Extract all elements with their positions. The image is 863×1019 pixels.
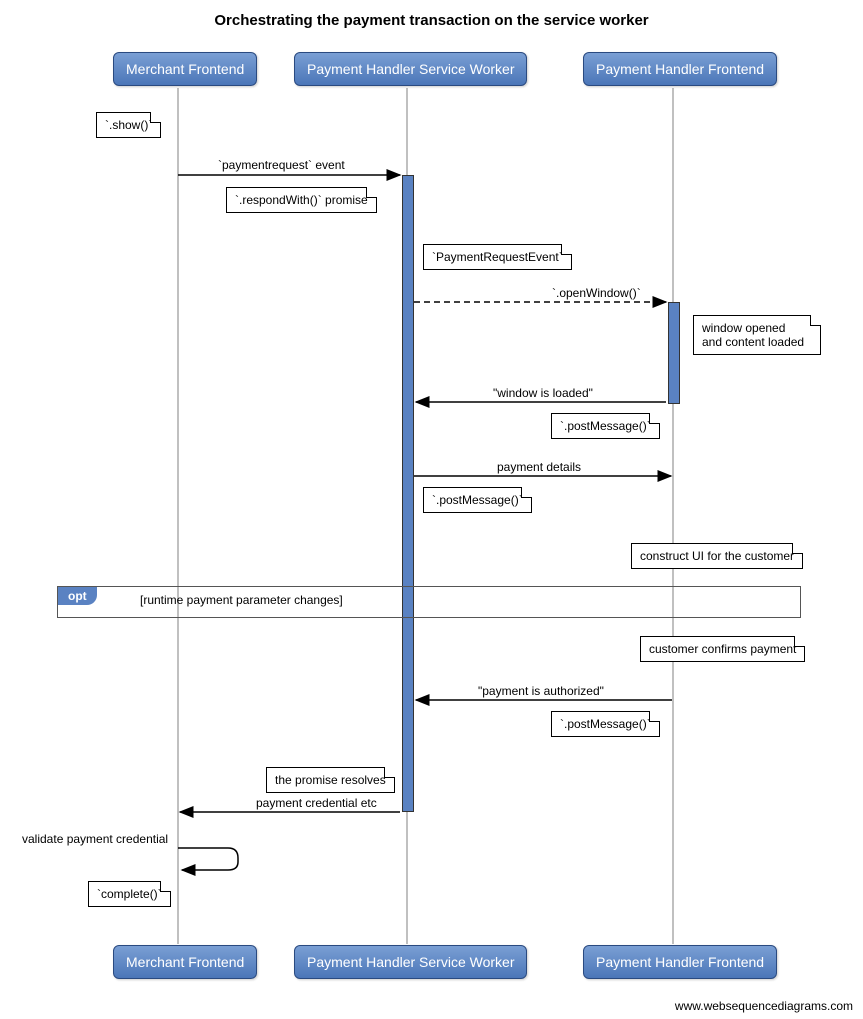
note-respondwith: `.respondWith()` promise	[226, 187, 377, 213]
note-promise-resolves: the promise resolves	[266, 767, 395, 793]
note-pre-text: `PaymentRequestEvent`	[432, 250, 563, 264]
note-postmsg2-text: `.postMessage()`	[432, 493, 523, 507]
note-customer-confirms: customer confirms payment	[640, 636, 805, 662]
msg-window-loaded: "window is loaded"	[493, 386, 593, 400]
actor-sw-top: Payment Handler Service Worker	[294, 52, 527, 86]
note-respondwith-text: `.respondWith()` promise	[235, 193, 368, 207]
note-customer-confirms-text: customer confirms payment	[649, 642, 796, 656]
note-window-opened: window opened and content loaded	[693, 315, 821, 355]
note-promise-resolves-text: the promise resolves	[275, 773, 386, 787]
opt-guard: [runtime payment parameter changes]	[140, 593, 343, 607]
msg-payment-authorized: "payment is authorized"	[478, 684, 604, 698]
note-postmsg1: `.postMessage()`	[551, 413, 660, 439]
actor-frontend-top: Payment Handler Frontend	[583, 52, 777, 86]
note-pre: `PaymentRequestEvent`	[423, 244, 572, 270]
note-postmsg2: `.postMessage()`	[423, 487, 532, 513]
actor-merchant-bottom: Merchant Frontend	[113, 945, 257, 979]
msg-paymentrequest: `paymentrequest` event	[218, 158, 345, 172]
msg-payment-details: payment details	[497, 460, 581, 474]
note-complete-text: `complete()`	[97, 887, 162, 901]
msg-validate: validate payment credential	[22, 832, 168, 846]
note-construct-ui: construct UI for the customer	[631, 543, 803, 569]
note-construct-ui-text: construct UI for the customer	[640, 549, 794, 563]
note-show: `.show()`	[96, 112, 161, 138]
actor-frontend-bottom: Payment Handler Frontend	[583, 945, 777, 979]
note-complete: `complete()`	[88, 881, 171, 907]
note-window-opened-text: window opened and content loaded	[702, 321, 804, 349]
actor-merchant-top: Merchant Frontend	[113, 52, 257, 86]
msg-payment-credential: payment credential etc	[256, 796, 377, 810]
note-postmsg3: `.postMessage()`	[551, 711, 660, 737]
msg-openwindow: `.openWindow()`	[552, 286, 641, 300]
note-postmsg1-text: `.postMessage()`	[560, 419, 651, 433]
actor-sw-bottom: Payment Handler Service Worker	[294, 945, 527, 979]
opt-label: opt	[58, 587, 97, 605]
note-postmsg3-text: `.postMessage()`	[560, 717, 651, 731]
note-show-text: `.show()`	[105, 118, 152, 132]
